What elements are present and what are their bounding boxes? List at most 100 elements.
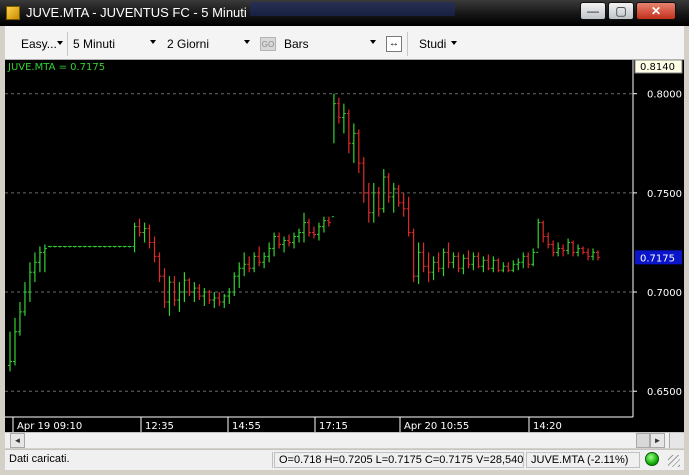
ohlc-bar	[252, 252, 257, 273]
toolbar-divider	[67, 32, 68, 56]
price-chart-canvas[interactable]: 0.8000 0.7500 0.7000 0.6500 JUVE.MTA = 0.71…	[5, 59, 684, 432]
ohlc-bar	[371, 182, 376, 223]
ohlc-bar	[12, 317, 17, 366]
ohlc-bar	[311, 226, 316, 239]
interval-chevron-down-icon[interactable]	[150, 40, 156, 44]
symbol-change-readout: JUVE.MTA (-2.11%)	[526, 452, 640, 468]
range-select[interactable]: 2 Giorni	[167, 37, 209, 51]
ohlcv-readout: O=0.718 H=0.7205 L=0.7175 C=0.7175 V=28,…	[274, 452, 524, 468]
ohlc-bar	[441, 248, 446, 277]
ohlc-bar	[326, 216, 331, 227]
scroll-left-button[interactable]: ◄	[10, 433, 25, 448]
app-icon	[6, 6, 20, 20]
price-chart[interactable]: 0.8000 0.7500 0.7000 0.6500 JUVE.MTA = 0.71…	[5, 59, 684, 432]
ohlc-bar	[112, 245, 117, 248]
ohlc-bar	[82, 245, 87, 248]
ohlc-bar	[506, 262, 511, 273]
ohlc-bar	[376, 186, 381, 217]
ohlc-bar	[546, 232, 551, 249]
ohlc-bar	[451, 252, 456, 269]
ohlc-bar	[571, 240, 576, 257]
ohlc-bar	[162, 268, 167, 308]
ohlc-bar	[27, 262, 32, 302]
ohlc-bar	[316, 222, 321, 241]
ohlc-bar	[431, 256, 436, 281]
ohlc-bar	[102, 245, 107, 248]
y-tick-label: 0.7000	[647, 288, 682, 299]
ohlc-bar	[516, 258, 521, 271]
ohlc-bar	[446, 242, 451, 269]
ohlc-bar	[401, 192, 406, 217]
go-button[interactable]: GO	[260, 37, 276, 51]
ohlc-bar	[551, 240, 556, 257]
ohlc-bar	[297, 228, 302, 243]
scroll-right-button[interactable]: ►	[650, 433, 665, 448]
ohlc-bar	[42, 244, 47, 273]
range-chevron-down-icon[interactable]	[244, 40, 250, 44]
ohlc-bar	[461, 254, 466, 275]
resize-grip-icon[interactable]	[668, 455, 680, 467]
x-tick-label: 14:55	[232, 421, 261, 432]
ohlc-bar	[576, 244, 581, 257]
ohlc-bar	[237, 262, 242, 289]
easy-menu-chevron-down-icon[interactable]	[57, 41, 63, 45]
title-bar-background-blur	[250, 2, 455, 16]
scroll-thumb[interactable]	[636, 433, 650, 448]
ohlc-bar	[8, 331, 12, 372]
ohlc-bar	[47, 245, 52, 248]
y-tick-label: 0.8000	[647, 90, 682, 101]
ohlc-bar	[561, 244, 566, 257]
ohlc-bar	[481, 256, 486, 273]
ohlc-bar	[17, 301, 22, 336]
close-button[interactable]: ✕	[636, 2, 676, 20]
chart-type-chevron-down-icon[interactable]	[370, 40, 376, 44]
interval-select[interactable]: 5 Minuti	[73, 37, 115, 51]
x-tick-label: 12:35	[145, 421, 174, 432]
x-tick-label: 17:15	[319, 421, 348, 432]
ohlc-bar	[67, 245, 72, 248]
y-tick-label: 0.7500	[647, 189, 682, 200]
maximize-button[interactable]: ▢	[608, 2, 634, 20]
y-tick-label: 0.6500	[647, 387, 682, 398]
ohlc-bar	[267, 242, 272, 263]
ohlc-bar	[421, 242, 426, 273]
ohlc-bar	[32, 252, 37, 283]
ohlc-bar	[306, 218, 311, 237]
ohlc-bar	[356, 129, 361, 174]
ohlc-bar	[496, 258, 501, 273]
ohlc-bar	[142, 222, 147, 243]
ohlc-bar	[586, 248, 591, 261]
ohlc-bar	[411, 228, 416, 283]
ohlc-bar	[406, 196, 411, 237]
ohlc-bar	[167, 276, 172, 316]
x-axis-ticks: Apr 19 09:10 12:35 14:55 17:15 Apr 20 10:55 1…	[12, 417, 562, 432]
chart-type-select[interactable]: Bars	[284, 37, 309, 51]
ohlc-bar	[416, 242, 421, 285]
easy-menu[interactable]: Easy...	[21, 37, 57, 51]
ohlc-bar	[202, 288, 207, 306]
studies-chevron-down-icon[interactable]	[451, 41, 457, 45]
minimize-button[interactable]: —	[580, 2, 606, 20]
x-tick-label: 14:20	[533, 421, 562, 432]
ohlc-bar	[262, 252, 267, 269]
ohlc-bar	[501, 262, 506, 273]
horizontal-scrollbar[interactable]: ◄ ►	[5, 432, 684, 448]
y-axis-ticks: 0.8000 0.7500 0.7000 0.6500	[633, 90, 682, 398]
ohlc-bar	[491, 256, 496, 273]
ohlc-bar	[351, 123, 356, 164]
ohlc-bar	[566, 238, 571, 255]
ohlc-bar	[227, 288, 232, 304]
ohlc-bar	[456, 252, 461, 273]
ohlc-bar	[132, 222, 137, 253]
ohlc-bar	[97, 245, 102, 248]
ohlc-bar	[436, 252, 441, 273]
ohlc-bar	[242, 252, 247, 277]
ohlc-bar	[137, 218, 142, 237]
fit-width-icon[interactable]: ↔	[386, 36, 402, 52]
studies-menu[interactable]: Studi	[419, 37, 446, 51]
ohlc-bar	[471, 252, 476, 271]
symbol-last-price-label: JUVE.MTA = 0.7175	[7, 62, 105, 73]
svg-text:0.8140: 0.8140	[640, 62, 675, 73]
ohlc-bars	[8, 93, 600, 372]
ohlc-bar	[366, 182, 371, 223]
